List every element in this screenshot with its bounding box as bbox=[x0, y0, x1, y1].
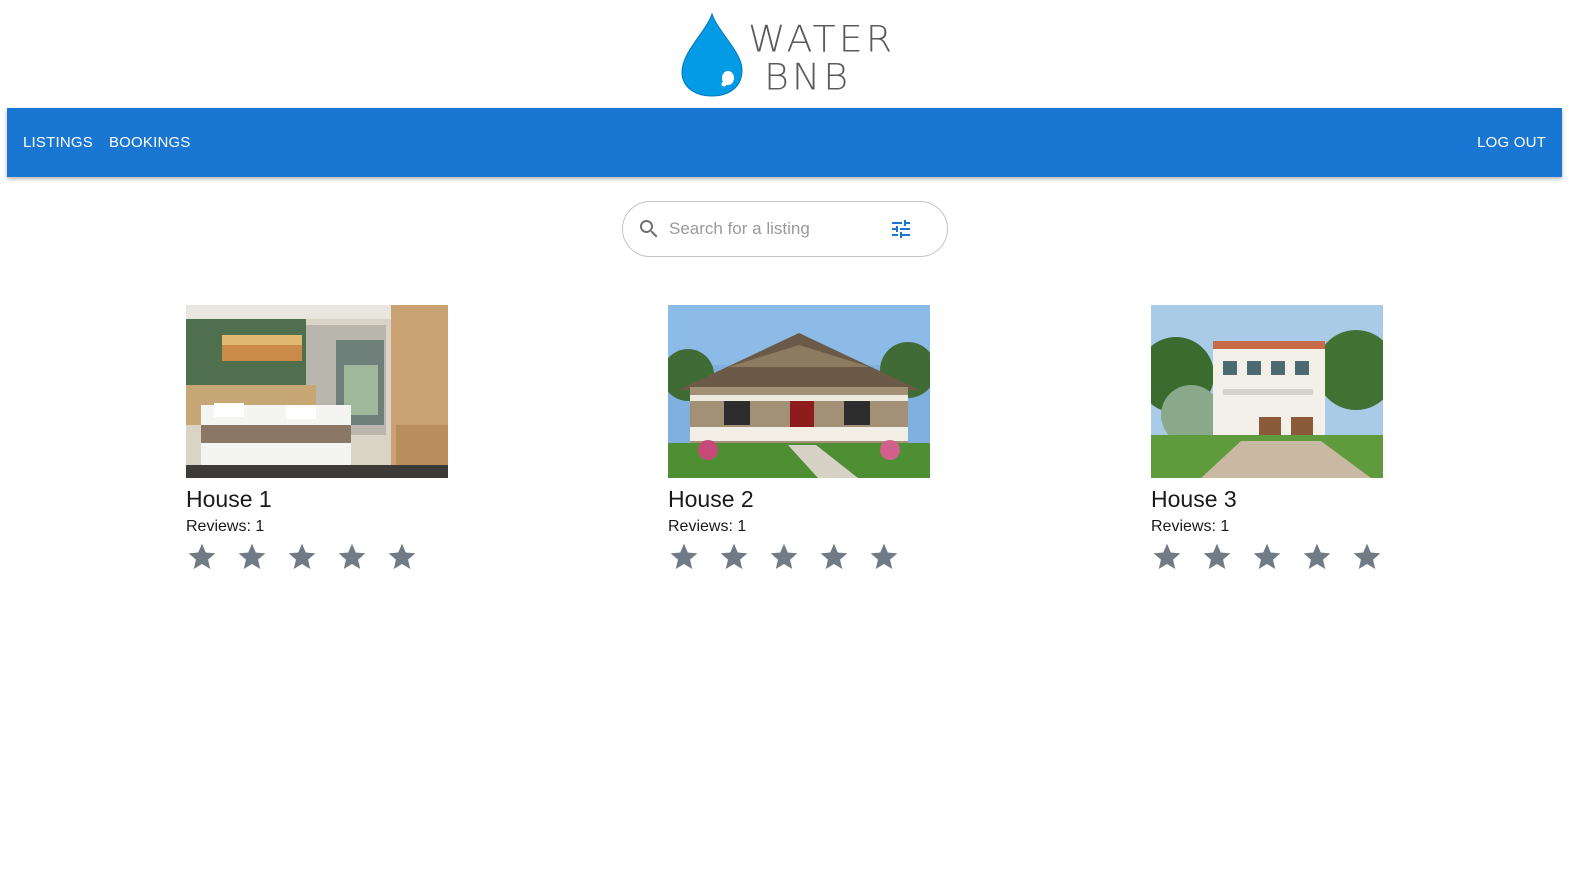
star-icon[interactable] bbox=[186, 541, 218, 573]
listing-title[interactable]: House 3 bbox=[1151, 484, 1383, 514]
listing-review-count: Reviews: 1 bbox=[668, 518, 747, 535]
star-icon[interactable] bbox=[1201, 541, 1233, 573]
tune-filter-icon[interactable] bbox=[889, 217, 913, 241]
star-icon[interactable] bbox=[668, 541, 700, 573]
logo-text-line2: BNB bbox=[764, 56, 852, 98]
listing-photo-bedroom[interactable] bbox=[186, 305, 448, 478]
search-input[interactable] bbox=[669, 219, 883, 239]
star-icon[interactable] bbox=[1351, 541, 1383, 573]
search-icon[interactable] bbox=[637, 217, 661, 241]
listing-title[interactable]: House 1 bbox=[186, 484, 448, 514]
star-icon[interactable] bbox=[386, 541, 418, 573]
logo: WATER BNB bbox=[678, 10, 892, 102]
rating-stars bbox=[186, 541, 448, 573]
star-icon[interactable] bbox=[1251, 541, 1283, 573]
listing-photo-villa[interactable] bbox=[1151, 305, 1383, 478]
star-icon[interactable] bbox=[1301, 541, 1333, 573]
star-icon[interactable] bbox=[236, 541, 268, 573]
rating-stars bbox=[668, 541, 930, 573]
star-icon[interactable] bbox=[1151, 541, 1183, 573]
star-icon[interactable] bbox=[768, 541, 800, 573]
top-navbar: LISTINGS BOOKINGS LOG OUT bbox=[7, 108, 1562, 177]
logo-text-line1: WATER bbox=[748, 18, 896, 60]
logo-text: WATER BNB bbox=[748, 20, 895, 96]
listing-card[interactable]: House 2 Reviews: 1 bbox=[668, 305, 930, 573]
star-icon[interactable] bbox=[718, 541, 750, 573]
listing-title[interactable]: House 2 bbox=[668, 484, 930, 514]
rating-stars bbox=[1151, 541, 1383, 573]
listing-card[interactable]: House 3 Reviews: 1 bbox=[1151, 305, 1383, 573]
search-bar bbox=[622, 201, 948, 257]
logout-button[interactable]: LOG OUT bbox=[1469, 128, 1554, 157]
star-icon[interactable] bbox=[336, 541, 368, 573]
listing-review-count: Reviews: 1 bbox=[1151, 518, 1230, 535]
nav-links: LISTINGS BOOKINGS bbox=[15, 128, 199, 157]
nav-bookings-button[interactable]: BOOKINGS bbox=[101, 128, 199, 157]
star-icon[interactable] bbox=[286, 541, 318, 573]
star-icon[interactable] bbox=[818, 541, 850, 573]
nav-listings-button[interactable]: LISTINGS bbox=[15, 128, 101, 157]
listing-photo-craftsman-house[interactable] bbox=[668, 305, 930, 478]
star-icon[interactable] bbox=[868, 541, 900, 573]
listing-card[interactable]: House 1 Reviews: 1 bbox=[186, 305, 448, 573]
listing-review-count: Reviews: 1 bbox=[186, 518, 265, 535]
